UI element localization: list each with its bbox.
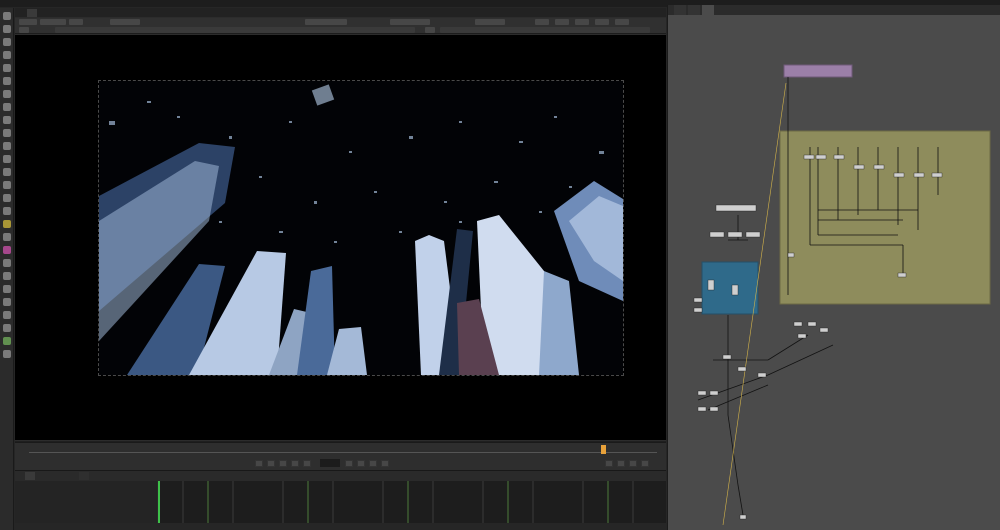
dope-sheet-track[interactable] (158, 481, 666, 523)
deep-tool-icon[interactable] (3, 181, 11, 189)
timeline-cursor[interactable] (601, 445, 606, 454)
tab-properties[interactable] (674, 5, 686, 15)
timeline-bar (15, 442, 666, 470)
highlight-tool-icon[interactable] (3, 220, 11, 228)
roi-toggle[interactable] (555, 19, 569, 25)
play-backward-button[interactable] (291, 460, 299, 467)
read-node (783, 64, 853, 78)
dope-sheet-footer (15, 523, 666, 530)
green-tool-icon[interactable] (3, 337, 11, 345)
gamma-field[interactable] (425, 27, 435, 33)
tab-node-graph[interactable] (702, 5, 714, 15)
viewer-controls (15, 18, 666, 34)
metadata-tool-icon[interactable] (3, 155, 11, 163)
range-toggle[interactable] (629, 460, 637, 467)
pause-toggle[interactable] (575, 19, 589, 25)
zoom-dropdown[interactable] (390, 19, 430, 25)
layer-dropdown[interactable] (40, 19, 66, 25)
timeline-ruler[interactable] (29, 445, 657, 454)
ocio-tool-icon[interactable] (3, 259, 11, 267)
skip-end-button[interactable] (381, 460, 389, 467)
time-tool-icon[interactable] (3, 38, 11, 46)
city-render-image (99, 81, 623, 375)
tab-dope-sheet[interactable] (25, 472, 35, 480)
skip-start-button[interactable] (255, 460, 263, 467)
lut-dropdown[interactable] (475, 19, 505, 25)
viewer-tab-bar (15, 8, 666, 17)
dope-sheet-playhead[interactable] (158, 481, 160, 523)
draw-tool-icon[interactable] (3, 25, 11, 33)
gizmo-tool-icon[interactable] (3, 272, 11, 280)
channels-dropdown[interactable] (19, 19, 37, 25)
camera-tool-icon[interactable] (3, 298, 11, 306)
right-panel-tab-bar (668, 5, 1000, 15)
channel-tool-icon[interactable] (3, 51, 11, 59)
alpha-dropdown[interactable] (69, 19, 83, 25)
image-tool-icon[interactable] (3, 12, 11, 20)
toolsets-tool-icon[interactable] (3, 194, 11, 202)
play-forward-button[interactable] (345, 460, 353, 467)
keyer-tool-icon[interactable] (3, 90, 11, 98)
other-tool-icon[interactable] (3, 207, 11, 215)
proxy-toggle[interactable] (535, 19, 549, 25)
color-tool-icon[interactable] (3, 64, 11, 72)
settings-button[interactable] (641, 460, 649, 467)
node-graph-panel (667, 5, 1000, 530)
particles-tool-icon[interactable] (3, 168, 11, 176)
views-tool-icon[interactable] (3, 142, 11, 150)
node-graph-canvas[interactable] (668, 15, 1000, 530)
fps-field[interactable] (605, 460, 613, 467)
dope-sheet-tree[interactable] (15, 481, 157, 523)
viewer-tab[interactable] (27, 9, 37, 17)
dope-sheet-panel (15, 470, 666, 530)
filter-tool-icon[interactable] (3, 77, 11, 85)
light-tool-icon[interactable] (3, 311, 11, 319)
refresh-button[interactable] (595, 19, 609, 25)
misc-tool-icon[interactable] (3, 350, 11, 358)
loop-toggle[interactable] (617, 460, 625, 467)
3d-tool-icon[interactable] (3, 129, 11, 137)
gain-slider[interactable] (55, 27, 415, 33)
merge-tool-icon[interactable] (3, 103, 11, 111)
input-a-dropdown[interactable] (110, 19, 140, 25)
lock-toggle[interactable] (615, 19, 629, 25)
tab-background-renders[interactable] (688, 5, 700, 15)
furnace-tool-icon[interactable] (3, 285, 11, 293)
transform-tool-icon[interactable] (3, 116, 11, 124)
step-forward-button[interactable] (357, 460, 365, 467)
current-frame-field[interactable] (320, 459, 340, 467)
step-back-button[interactable] (279, 460, 287, 467)
plugin-tool-icon[interactable] (3, 233, 11, 241)
nukex-tool-icon[interactable] (3, 246, 11, 254)
next-key-button[interactable] (369, 460, 377, 467)
gain-field[interactable] (19, 27, 29, 33)
nuke-compositor-window (0, 0, 1000, 530)
gamma-slider[interactable] (440, 27, 650, 33)
node-toolbar (0, 8, 14, 530)
geo-tool-icon[interactable] (3, 324, 11, 332)
viewer-panel (15, 8, 666, 470)
viewer-canvas[interactable] (15, 35, 666, 440)
tab-curve-editor[interactable] (79, 472, 89, 480)
stop-button[interactable] (303, 460, 311, 467)
input-b-dropdown[interactable] (305, 19, 347, 25)
prev-key-button[interactable] (267, 460, 275, 467)
